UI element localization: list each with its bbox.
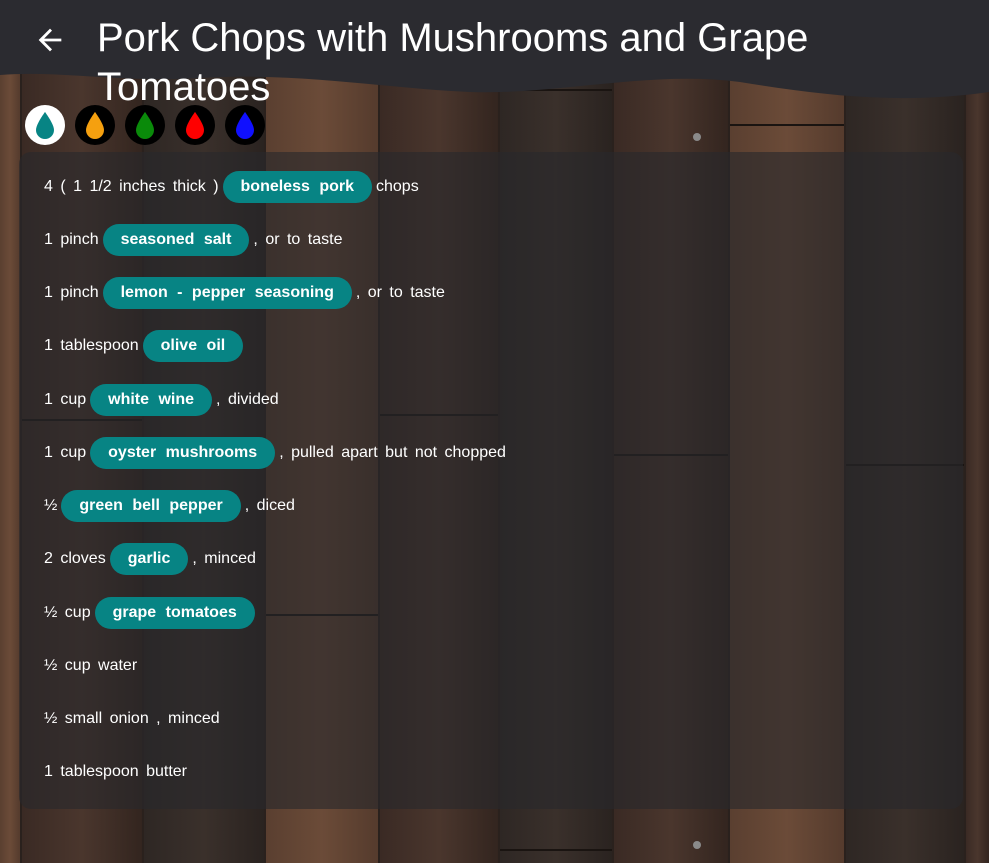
- color-dot-teal[interactable]: [25, 105, 65, 145]
- ingredient-quantity: ½: [44, 497, 58, 514]
- ingredient-row: 1 tablespoon butter: [44, 755, 187, 789]
- ingredient-note: , pulled apart but not chopped: [279, 444, 506, 461]
- color-dot-red[interactable]: [175, 105, 215, 145]
- ingredient-quantity: 1 cup: [44, 444, 87, 461]
- color-dot-orange[interactable]: [75, 105, 115, 145]
- ingredient-note: , divided: [216, 391, 279, 408]
- drop-icon: [186, 112, 204, 139]
- ingredient-row: ½ small onion , minced: [44, 702, 220, 736]
- ingredient-text: ½ small onion , minced: [44, 710, 220, 727]
- color-dot-blue[interactable]: [225, 105, 265, 145]
- ingredient-chip[interactable]: boneless pork: [222, 171, 372, 203]
- ingredient-note: chops: [376, 178, 419, 195]
- ingredient-chip[interactable]: grape tomatoes: [94, 597, 255, 629]
- color-dot-green[interactable]: [125, 105, 165, 145]
- back-button[interactable]: [28, 18, 72, 62]
- ingredient-note: , minced: [192, 550, 256, 567]
- ingredient-text: ½ cup water: [44, 657, 138, 674]
- ingredient-text: 1 tablespoon butter: [44, 763, 187, 780]
- drop-icon: [36, 112, 54, 139]
- ingredient-row: 4 ( 1 1/2 inches thick ) boneless pork c…: [44, 170, 419, 204]
- ingredient-chip[interactable]: oyster mushrooms: [90, 437, 276, 469]
- arrow-left-icon: [38, 28, 62, 52]
- ingredient-quantity: 1 pinch: [44, 231, 99, 248]
- color-picker: [25, 105, 265, 145]
- ingredient-row: 1 pinch lemon - pepper seasoning , or to…: [44, 276, 445, 310]
- ingredient-chip[interactable]: olive oil: [142, 330, 244, 362]
- ingredient-note: , or to taste: [253, 231, 343, 248]
- ingredient-row: 1 tablespoon olive oil: [44, 329, 247, 363]
- ingredient-note: , diced: [244, 497, 295, 514]
- ingredient-quantity: 4 ( 1 1/2 inches thick ): [44, 178, 219, 195]
- page-title: Pork Chops with Mushrooms and Grape Toma…: [97, 16, 809, 109]
- ingredient-note: , or to taste: [355, 284, 445, 301]
- ingredient-chip[interactable]: garlic: [109, 543, 189, 575]
- ingredient-quantity: 1 tablespoon: [44, 337, 139, 354]
- ingredient-row: 1 pinch seasoned salt , or to taste: [44, 223, 342, 257]
- ingredient-row: ½ green bell pepper , diced: [44, 489, 295, 523]
- drop-icon: [86, 112, 104, 139]
- ingredient-row: 1 cup oyster mushrooms , pulled apart bu…: [44, 436, 506, 470]
- ingredient-row: ½ cup grape tomatoes: [44, 596, 259, 630]
- ingredient-row: ½ cup water: [44, 649, 137, 683]
- drop-icon: [136, 112, 154, 139]
- ingredient-quantity: 1 cup: [44, 391, 87, 408]
- ingredient-row: 1 cup white wine , divided: [44, 383, 279, 417]
- ingredient-quantity: ½ cup: [44, 604, 91, 621]
- ingredient-quantity: 1 pinch: [44, 284, 99, 301]
- drop-icon: [236, 112, 254, 139]
- ingredient-row: 2 cloves garlic , minced: [44, 542, 256, 576]
- ingredient-quantity: 2 cloves: [44, 550, 106, 567]
- ingredient-chip[interactable]: white wine: [90, 384, 213, 416]
- ingredient-chip[interactable]: seasoned salt: [102, 224, 250, 256]
- app-header: Pork Chops with Mushrooms and Grape Toma…: [0, 0, 989, 110]
- ingredient-chip[interactable]: green bell pepper: [61, 490, 241, 522]
- ingredient-chip[interactable]: lemon - pepper seasoning: [102, 277, 352, 309]
